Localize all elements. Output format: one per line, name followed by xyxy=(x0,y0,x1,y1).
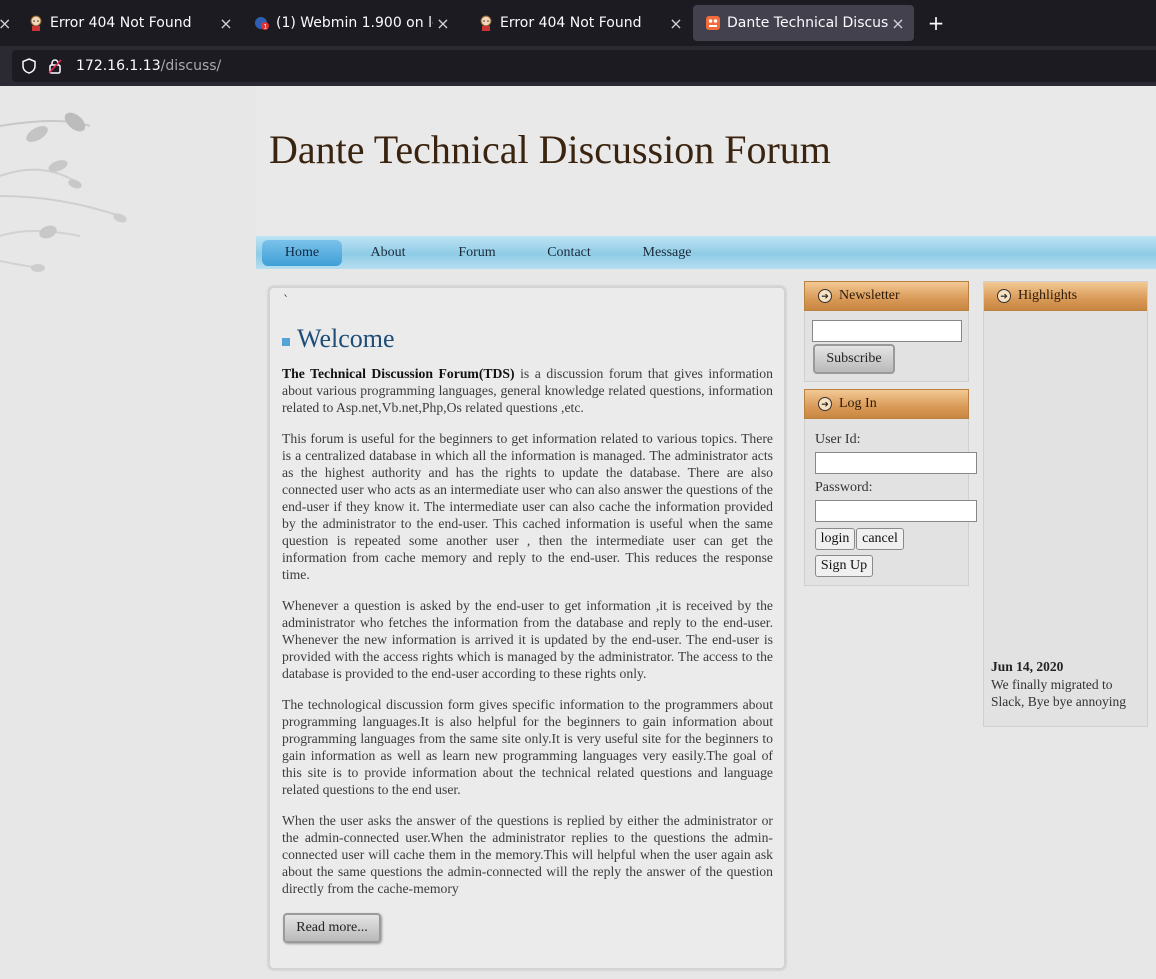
jenkins-butler-icon xyxy=(480,15,492,31)
welcome-heading-text: Welcome xyxy=(297,324,395,353)
forum-name-bold: The Technical Discussion Forum(TDS) xyxy=(282,366,515,381)
login-heading: Log In xyxy=(839,396,877,411)
login-button[interactable]: login xyxy=(815,528,855,550)
address-bar[interactable]: 172.16.1.13/discuss/ xyxy=(12,50,1156,82)
menu-about[interactable]: About xyxy=(357,240,419,266)
newsletter-heading: Newsletter xyxy=(839,288,900,303)
main-menu: Home About Forum Contact Message xyxy=(256,236,1156,269)
circle-arrow-icon: ➔ xyxy=(997,289,1011,303)
site-header: Dante Technical Discussion Forum xyxy=(256,86,1156,236)
login-box: ➔ Log In User Id: Password: login cancel… xyxy=(804,389,977,586)
highlights-heading: Highlights xyxy=(1018,288,1078,303)
page-viewport: Dante Technical Discussion Forum Home Ab… xyxy=(0,86,1156,979)
jenkins-butler-icon xyxy=(30,15,42,31)
newsletter-email-input[interactable] xyxy=(812,320,962,342)
subscribe-button[interactable]: Subscribe xyxy=(813,344,895,374)
tab-close-icon[interactable]: × xyxy=(433,14,453,33)
intro-paragraph: The Technical Discussion Forum(TDS) is a… xyxy=(282,365,773,416)
menu-contact[interactable]: Contact xyxy=(533,240,605,266)
offscreen-tab-close-icon[interactable]: × xyxy=(0,5,11,41)
menu-forum[interactable]: Forum xyxy=(444,240,510,266)
menu-message[interactable]: Message xyxy=(628,240,706,266)
tab-dante-forum[interactable]: Dante Technical Discussio × xyxy=(693,5,914,41)
cancel-button[interactable]: cancel xyxy=(856,528,904,550)
square-bullet-icon xyxy=(282,338,290,346)
login-header: ➔ Log In xyxy=(804,389,969,419)
orange-app-icon xyxy=(706,16,720,30)
menu-home[interactable]: Home xyxy=(262,240,342,266)
body-paragraph: The technological discussion form gives … xyxy=(282,697,773,797)
body-paragraph: When the user asks the answer of the que… xyxy=(282,813,773,896)
sign-up-button[interactable]: Sign Up xyxy=(815,555,873,577)
main-content-panel: ` Welcome The Technical Discussion Forum… xyxy=(268,286,786,970)
password-label: Password: xyxy=(815,480,873,495)
webmin-icon: 1 xyxy=(255,17,269,30)
highlight-text: We finally migrated to Slack, Bye bye an… xyxy=(991,677,1126,709)
user-id-input[interactable] xyxy=(815,452,977,474)
highlights-box: ➔ Highlights Jun 14, 2020 We finally mig… xyxy=(983,281,1148,727)
tab-error-404-1[interactable]: Error 404 Not Found × xyxy=(16,5,242,41)
svg-text:1: 1 xyxy=(263,23,267,30)
new-tab-button[interactable]: + xyxy=(925,12,947,34)
welcome-heading: Welcome xyxy=(282,324,395,354)
read-more-button[interactable]: Read more... xyxy=(283,913,381,943)
circle-arrow-icon: ➔ xyxy=(818,397,832,411)
url-host: 172.16.1.13 xyxy=(76,58,161,74)
tab-title: (1) Webmin 1.900 on local xyxy=(276,15,433,31)
tab-title: Error 404 Not Found xyxy=(500,15,642,31)
highlight-date: Jun 14, 2020 xyxy=(991,659,1064,674)
body-paragraph: This forum is useful for the beginners t… xyxy=(282,431,773,582)
newsletter-box: ➔ Newsletter Subscribe xyxy=(804,281,969,382)
stray-backtick-text: ` xyxy=(283,294,290,309)
tab-title: Dante Technical Discussio xyxy=(727,15,888,31)
tab-webmin[interactable]: 1 (1) Webmin 1.900 on local × xyxy=(242,5,459,41)
tab-close-icon[interactable]: × xyxy=(888,14,908,33)
tab-error-404-2[interactable]: Error 404 Not Found × xyxy=(466,5,692,41)
insecure-lock-icon[interactable] xyxy=(46,57,64,75)
tab-close-icon[interactable]: × xyxy=(216,14,236,33)
newsletter-header: ➔ Newsletter xyxy=(804,281,969,311)
body-paragraph: Whenever a question is asked by the end-… xyxy=(282,598,773,681)
tab-title: Error 404 Not Found xyxy=(50,15,192,31)
tab-close-icon[interactable]: × xyxy=(666,14,686,33)
browser-tab-bar: × Error 404 Not Found × 1 (1) Webmin 1.9… xyxy=(0,0,1156,46)
circle-arrow-icon: ➔ xyxy=(818,289,832,303)
user-id-label: User Id: xyxy=(815,432,861,447)
site-title: Dante Technical Discussion Forum xyxy=(269,127,831,172)
branch-decoration-image xyxy=(0,112,127,272)
password-input[interactable] xyxy=(815,500,977,522)
tracking-protection-shield-icon[interactable] xyxy=(20,57,38,75)
url-path: /discuss/ xyxy=(160,58,222,74)
browser-nav-bar: 172.16.1.13/discuss/ xyxy=(0,46,1156,86)
highlights-header: ➔ Highlights xyxy=(984,282,1147,311)
